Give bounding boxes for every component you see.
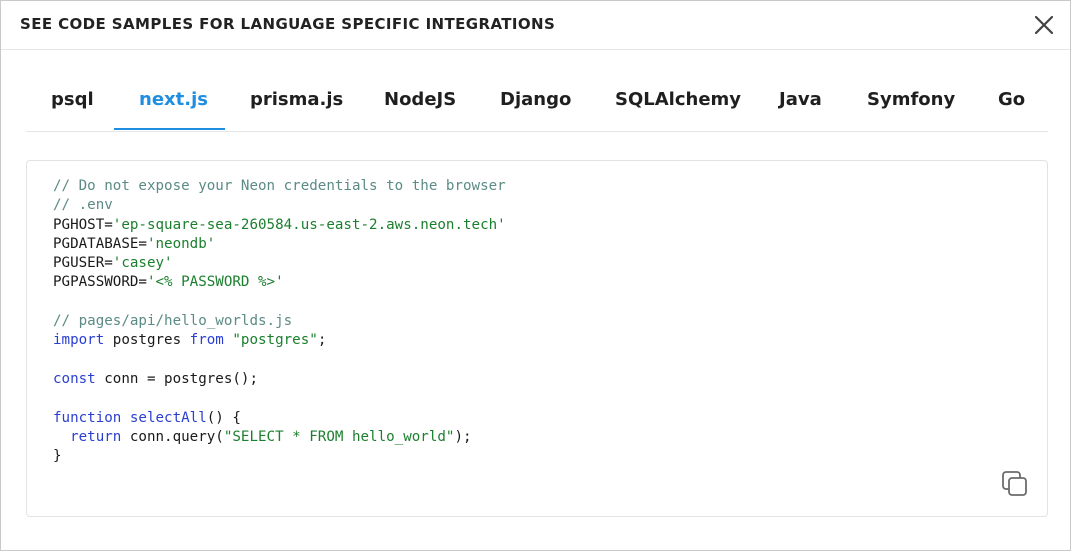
code-keyword: const — [53, 370, 96, 387]
env-key: PGPASSWORD= — [53, 274, 147, 291]
code-keyword: import — [53, 332, 105, 349]
env-key: PGHOST= — [53, 216, 113, 233]
code-keyword: function — [53, 409, 122, 426]
code-content: // Do not expose your Neon credentials t… — [53, 177, 506, 466]
env-value: '<% PASSWORD %>' — [146, 274, 284, 291]
code-string: "SELECT * FROM hello_world" — [223, 428, 455, 445]
tab-psql[interactable]: psql — [51, 71, 94, 130]
code-text: () { — [206, 409, 241, 426]
code-text: postgres — [104, 332, 190, 349]
code-text: ; — [317, 332, 327, 349]
code-text: ); — [454, 428, 472, 445]
modal-title: SEE CODE SAMPLES FOR LANGUAGE SPECIFIC I… — [20, 15, 556, 33]
tab-django[interactable]: Django — [500, 71, 571, 130]
code-text: conn = postgres(); — [95, 370, 259, 387]
tab-nodejs[interactable]: NodeJS — [384, 71, 456, 130]
code-keyword: from — [189, 332, 224, 349]
modal-header: SEE CODE SAMPLES FOR LANGUAGE SPECIFIC I… — [1, 1, 1070, 50]
code-comment: // Do not expose your Neon credentials t… — [53, 178, 506, 194]
tab-prismajs[interactable]: prisma.js — [250, 71, 343, 130]
env-key: PGUSER= — [53, 255, 113, 272]
code-comment: // pages/api/hello_worlds.js — [53, 313, 293, 330]
tab-java[interactable]: Java — [779, 71, 822, 130]
tab-symfony[interactable]: Symfony — [867, 71, 955, 130]
env-value: 'neondb' — [146, 235, 216, 252]
code-block: // Do not expose your Neon credentials t… — [26, 160, 1048, 517]
code-text: } — [53, 448, 62, 465]
code-text: conn.query( — [121, 428, 224, 445]
code-samples-modal: SEE CODE SAMPLES FOR LANGUAGE SPECIFIC I… — [0, 0, 1071, 551]
code-keyword: return — [70, 428, 122, 445]
active-tab-indicator — [114, 128, 225, 130]
env-value: 'casey' — [112, 255, 173, 272]
env-key: PGDATABASE= — [53, 235, 147, 252]
copy-icon[interactable] — [1000, 469, 1030, 499]
tab-nextjs[interactable]: next.js — [139, 71, 208, 130]
env-value: 'ep-square-sea-260584.us-east-2.aws.neon… — [112, 216, 506, 233]
code-function-name: selectAll — [129, 409, 207, 426]
code-string: "postgres" — [232, 332, 318, 349]
language-tabs: psql next.js prisma.js NodeJS Django SQL… — [26, 71, 1048, 132]
close-icon[interactable] — [1032, 13, 1056, 37]
tab-go[interactable]: Go — [998, 71, 1025, 130]
code-comment: // .env — [53, 197, 113, 214]
tab-sqlalchemy[interactable]: SQLAlchemy — [615, 71, 741, 130]
